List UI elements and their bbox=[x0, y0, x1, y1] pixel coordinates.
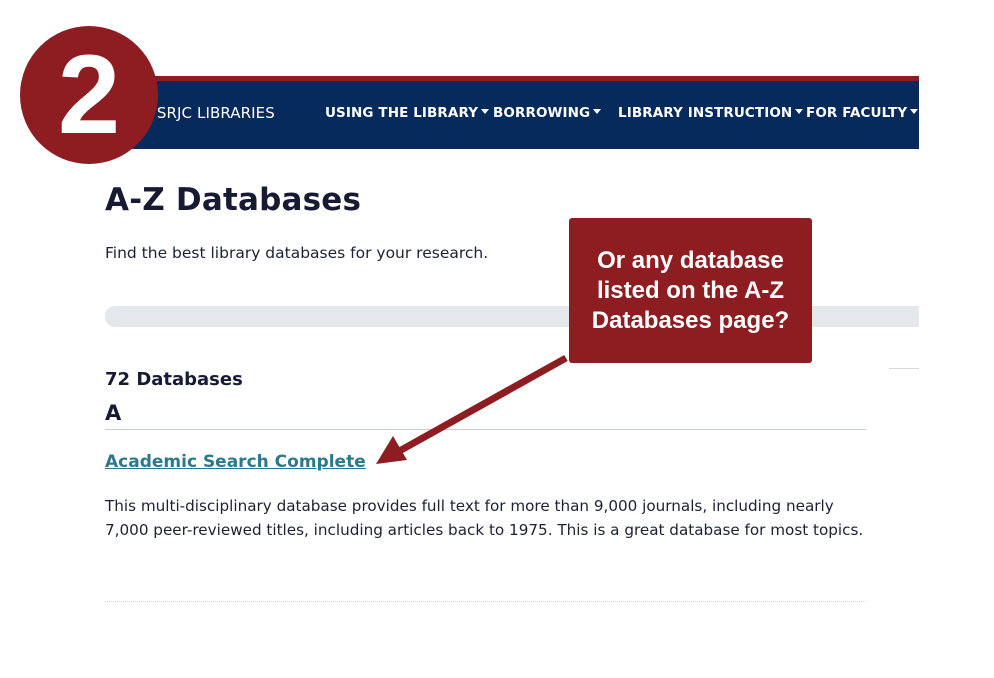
letter-divider bbox=[105, 429, 866, 430]
page-subtitle: Find the best library databases for your… bbox=[105, 244, 489, 262]
nav-item-using-the-library[interactable]: USING THE LIBRARY bbox=[325, 105, 490, 121]
caret-down-icon bbox=[481, 109, 490, 114]
brand-label: SRJC LIBRARIES bbox=[156, 104, 275, 122]
nav-item-label: BORROWING bbox=[493, 105, 591, 121]
database-count: 72 Databases bbox=[105, 369, 243, 390]
letter-heading: A bbox=[105, 401, 122, 425]
caret-down-icon bbox=[910, 109, 919, 114]
annotation-callout: Or any database listed on the A-Z Databa… bbox=[569, 218, 812, 363]
caret-down-icon bbox=[795, 109, 804, 114]
nav-item-for-faculty[interactable]: FOR FACULTY bbox=[806, 105, 919, 121]
nav-item-label: USING THE LIBRARY bbox=[325, 105, 479, 121]
database-description: This multi-disciplinary database provide… bbox=[105, 497, 864, 539]
caret-down-icon bbox=[593, 109, 602, 114]
step-number-badge: 2 bbox=[20, 26, 158, 164]
nav-item-library-instruction[interactable]: LIBRARY INSTRUCTION bbox=[618, 105, 804, 121]
page-title: A-Z Databases bbox=[105, 182, 362, 218]
nav-item-label: LIBRARY INSTRUCTION bbox=[618, 105, 793, 121]
brand-logo-link[interactable]: SRJC LIBRARIES bbox=[144, 104, 275, 122]
nav-item-label: FOR FACULTY bbox=[806, 105, 908, 121]
nav-item-borrowing[interactable]: BORROWING bbox=[493, 105, 602, 121]
entry-divider bbox=[105, 601, 866, 602]
database-link-academic-search-complete[interactable]: Academic Search Complete bbox=[105, 452, 366, 472]
callout-text: Or any database listed on the A-Z Databa… bbox=[591, 246, 790, 334]
divider bbox=[889, 368, 919, 369]
